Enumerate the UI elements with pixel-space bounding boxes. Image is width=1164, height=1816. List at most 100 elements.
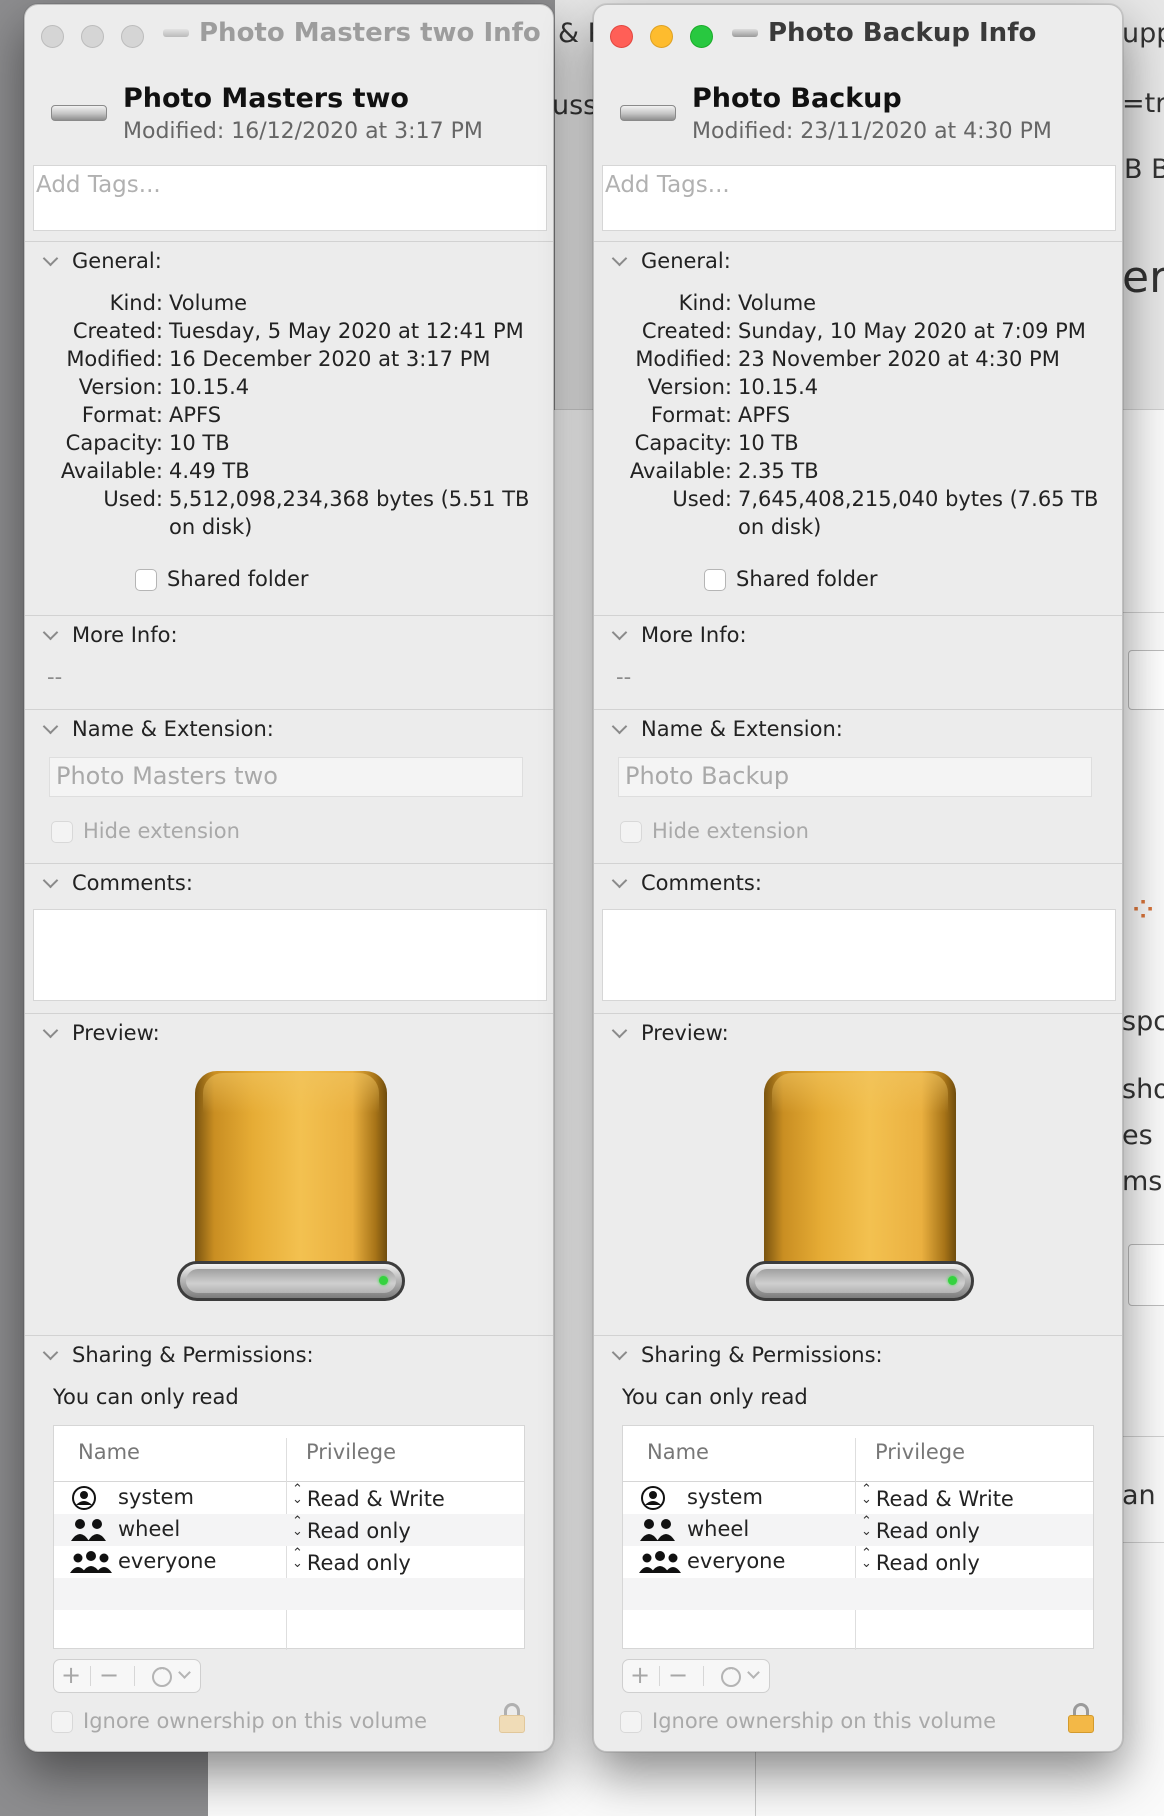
- comments-field[interactable]: [602, 909, 1116, 1001]
- shared-folder-checkbox[interactable]: [704, 569, 726, 591]
- separator: [594, 241, 1122, 242]
- title-bar[interactable]: Photo Backup Info: [594, 5, 1122, 61]
- privilege-value: Read only: [306, 1519, 411, 1543]
- chevron-down-icon: [611, 872, 628, 888]
- chevron-down-icon[interactable]: [747, 1666, 760, 1679]
- table-row[interactable]: system ⌃ ⌄ Read & Write: [623, 1482, 1093, 1514]
- comments-field[interactable]: [33, 909, 547, 1001]
- table-row[interactable]: wheel ⌃ ⌄ Read only: [623, 1514, 1093, 1546]
- lock-icon[interactable]: [1068, 1703, 1094, 1733]
- lock-icon[interactable]: [499, 1703, 525, 1733]
- section-label: Preview:: [72, 1021, 160, 1045]
- chevron-down-icon: [611, 1344, 628, 1360]
- hide-extension-checkbox[interactable]: [51, 821, 73, 843]
- table-header: Name Privilege: [623, 1426, 1093, 1482]
- column-header-privilege[interactable]: Privilege: [306, 1440, 396, 1464]
- add-user-button[interactable]: +: [54, 1660, 88, 1692]
- more-info-value: --: [616, 665, 632, 689]
- action-menu-icon[interactable]: [721, 1662, 741, 1687]
- background-text: spc: [1122, 1006, 1164, 1037]
- background-dots-icon: ⁘: [1128, 890, 1159, 931]
- sharing-section-toggle[interactable]: Sharing & Permissions:: [610, 1343, 883, 1367]
- tags-field[interactable]: Add Tags...: [602, 165, 1116, 231]
- chevron-down-icon: [42, 1344, 59, 1360]
- comments-section-toggle[interactable]: Comments:: [610, 871, 762, 895]
- add-user-button[interactable]: +: [623, 1660, 657, 1692]
- volume-name: Photo Masters two: [123, 83, 409, 114]
- shared-folder-checkbox[interactable]: [135, 569, 157, 591]
- table-row[interactable]: everyone ⌃ ⌄ Read only: [623, 1546, 1093, 1578]
- ignore-ownership-label: Ignore ownership on this volume: [652, 1709, 997, 1733]
- comments-section-toggle[interactable]: Comments:: [41, 871, 193, 895]
- tags-field[interactable]: Add Tags...: [33, 165, 547, 231]
- name-field[interactable]: Photo Backup: [618, 757, 1092, 797]
- minimize-button[interactable]: [650, 25, 673, 48]
- general-section-toggle[interactable]: General:: [41, 249, 162, 273]
- hide-extension-label: Hide extension: [83, 819, 240, 843]
- shared-folder-label: Shared folder: [736, 567, 878, 591]
- table-row: [54, 1610, 524, 1642]
- info-value: Sunday, 10 May 2020 at 7:09 PM: [738, 319, 1086, 343]
- info-window-masters: Photo Masters two Info Photo Masters two…: [24, 4, 554, 1752]
- preview-section-toggle[interactable]: Preview:: [610, 1021, 729, 1045]
- ignore-ownership-label: Ignore ownership on this volume: [83, 1709, 428, 1733]
- background-text: er: [1122, 252, 1164, 303]
- table-header: Name Privilege: [54, 1426, 524, 1482]
- preview-section-toggle[interactable]: Preview:: [41, 1021, 160, 1045]
- chevron-down-icon[interactable]: [178, 1666, 191, 1679]
- column-header-privilege[interactable]: Privilege: [875, 1440, 965, 1464]
- privilege-popup[interactable]: ⌃ ⌄ Read only: [292, 1515, 411, 1543]
- title-bar[interactable]: Photo Masters two Info: [25, 5, 553, 61]
- info-key: Capacity:: [65, 431, 163, 455]
- more-info-section-toggle[interactable]: More Info:: [610, 623, 747, 647]
- hide-extension-checkbox[interactable]: [620, 821, 642, 843]
- remove-user-button[interactable]: −: [661, 1660, 695, 1692]
- name-field-value: Photo Masters two: [56, 762, 278, 790]
- updown-arrows-icon: ⌃ ⌄: [292, 1482, 303, 1507]
- chevron-down-icon: [611, 624, 628, 640]
- ignore-ownership-checkbox[interactable]: [51, 1711, 73, 1733]
- ignore-ownership-checkbox[interactable]: [620, 1711, 642, 1733]
- info-key: Used:: [103, 487, 163, 511]
- name-field[interactable]: Photo Masters two: [49, 757, 523, 797]
- permissions-table: Name Privilege system ⌃ ⌄ Read & Write wheel…: [53, 1425, 525, 1650]
- user-name: system: [687, 1485, 763, 1509]
- info-key: Format:: [650, 403, 732, 427]
- info-key: Modified:: [635, 347, 732, 371]
- privilege-popup[interactable]: ⌃ ⌄ Read only: [861, 1547, 980, 1575]
- info-value: Volume: [169, 291, 248, 315]
- user-name: wheel: [687, 1517, 750, 1541]
- column-header-name[interactable]: Name: [647, 1440, 709, 1464]
- minimize-button[interactable]: [81, 25, 104, 48]
- remove-user-button[interactable]: −: [92, 1660, 126, 1692]
- drive-icon: [732, 29, 758, 37]
- hide-extension-label: Hide extension: [652, 819, 809, 843]
- updown-arrows-icon: ⌃ ⌄: [861, 1514, 872, 1539]
- table-row[interactable]: everyone ⌃ ⌄ Read only: [54, 1546, 524, 1578]
- privilege-popup[interactable]: ⌃ ⌄ Read only: [861, 1514, 980, 1543]
- more-info-value: --: [47, 665, 63, 689]
- name-extension-section-toggle[interactable]: Name & Extension:: [610, 717, 843, 741]
- separator: [594, 1335, 1122, 1336]
- table-row: [623, 1610, 1093, 1642]
- action-menu-icon[interactable]: [152, 1662, 172, 1687]
- sharing-section-toggle[interactable]: Sharing & Permissions:: [41, 1343, 314, 1367]
- zoom-button[interactable]: [121, 25, 144, 48]
- shared-folder-label: Shared folder: [167, 567, 309, 591]
- general-section-toggle[interactable]: General:: [610, 249, 731, 273]
- privilege-popup[interactable]: ⌃ ⌄ Read only: [292, 1547, 411, 1575]
- table-row[interactable]: system ⌃ ⌄ Read & Write: [54, 1482, 524, 1514]
- chevron-down-icon: [42, 1022, 59, 1038]
- close-button[interactable]: [41, 25, 64, 48]
- table-row[interactable]: wheel ⌃ ⌄ Read only: [54, 1514, 524, 1546]
- more-info-section-toggle[interactable]: More Info:: [41, 623, 178, 647]
- privilege-value: Read & Write: [306, 1487, 445, 1511]
- close-button[interactable]: [610, 25, 633, 48]
- name-extension-section-toggle[interactable]: Name & Extension:: [41, 717, 274, 741]
- column-header-name[interactable]: Name: [78, 1440, 140, 1464]
- table-row: [623, 1578, 1093, 1610]
- zoom-button[interactable]: [690, 25, 713, 48]
- privilege-popup[interactable]: ⌃ ⌄ Read & Write: [292, 1482, 445, 1511]
- privilege-popup[interactable]: ⌃ ⌄ Read & Write: [861, 1483, 1014, 1511]
- volume-name: Photo Backup: [692, 83, 902, 114]
